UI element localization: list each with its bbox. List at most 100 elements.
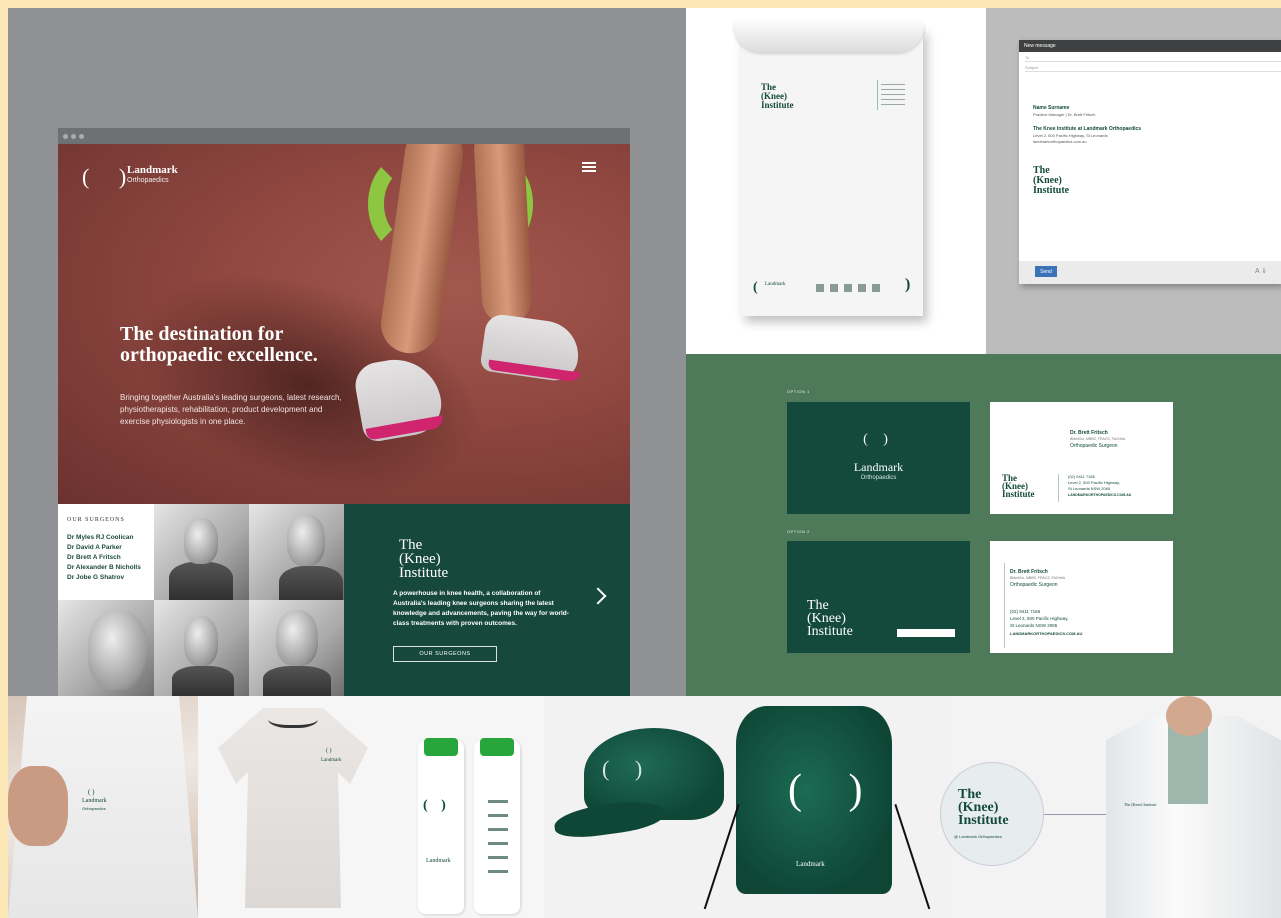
browser-toolbar — [58, 128, 630, 144]
subject-field[interactable]: Subject — [1025, 65, 1281, 72]
surgeons-heading: OUR SURGEONS — [67, 517, 125, 523]
card-name: Dr. Brett Fritsch — [1010, 569, 1048, 575]
badge-logo: The (Knee) Institute — [958, 788, 1009, 828]
cap-and-bag: ( ) ( ) Landmark — [544, 696, 946, 918]
card-front-knee: The (Knee) Institute — [787, 541, 970, 653]
chevron-right-icon[interactable] — [589, 587, 607, 605]
email-window: New message To Subject Name Surname Prac… — [1019, 40, 1281, 284]
surgeon-portrait[interactable] — [249, 600, 344, 696]
surgeons-list: OUR SURGEONS Dr Myles RJ Coolican Dr Dav… — [58, 504, 154, 600]
badge-sub: @ Landmark Orthopaedics — [954, 834, 1002, 839]
sig-name: Name Surname — [1033, 105, 1070, 111]
letterhead-pad: The (Knee) Institute ( Landmark ) — [741, 28, 923, 316]
runner-shadow — [105, 233, 511, 504]
partner-logos — [816, 284, 886, 292]
card-back-option1: Dr. Brett Fritsch BMedSci, MBBS, FRACS, … — [990, 402, 1173, 514]
bag-name: Landmark — [796, 860, 825, 868]
card-title: Orthopaedic Surgeon — [1070, 443, 1118, 449]
card-address: Level 2, 500 Pacific Highway, — [1010, 616, 1069, 621]
surgeon-portrait[interactable] — [249, 504, 344, 600]
website-mockup: ( ) Landmark Orthopaedics The destinatio… — [58, 128, 630, 696]
card-knee-logo: The (Knee) Institute — [1002, 474, 1035, 499]
polo-mark: ( ) — [88, 788, 95, 796]
bottle-cap — [424, 738, 458, 756]
surgeon-link[interactable]: Dr David A Parker — [67, 544, 122, 551]
surgeon-link[interactable]: Dr Alexander B Nicholls — [67, 564, 141, 571]
card-web: LANDMARKORTHOPAEDICS.COM.AU — [1010, 631, 1083, 636]
email-title: New message — [1019, 40, 1281, 52]
hero-title-line: The destination for — [120, 323, 284, 345]
logo-line: Institute — [958, 813, 1009, 828]
logo-line: The — [399, 537, 423, 553]
card-phone: (02) 9411 7166 — [1010, 609, 1041, 614]
logo-name[interactable]: Landmark — [127, 164, 178, 176]
connector-line — [1044, 814, 1114, 815]
lab-coat-and-badge: The (Knee) Institute @ Landmark Orthopae… — [940, 696, 1281, 918]
bracket-icon: ) — [905, 276, 911, 293]
polo-sub: Orthopaedics — [82, 806, 106, 811]
logo-line: (Knee) — [399, 551, 441, 567]
logo-line: Institute — [807, 624, 853, 639]
option-label: OPTION 2 — [787, 529, 810, 534]
card-back-option2: Dr. Brett Fritsch BMedSci, MBBS, FRACS, … — [990, 541, 1173, 653]
knee-institute-panel: The (Knee) Institute A powerhouse in kne… — [344, 504, 630, 696]
bracket-icon: ( — [753, 280, 758, 295]
runner-leg-right — [472, 144, 534, 326]
polo-name: Landmark — [82, 798, 107, 804]
logo-line: Institute — [1033, 185, 1070, 196]
to-field[interactable]: To — [1025, 55, 1281, 62]
knee-institute-logo[interactable]: The (Knee) Institute — [399, 537, 449, 581]
logo-mark: ( ) — [863, 432, 894, 447]
letterhead-logo: The (Knee) Institute — [761, 83, 794, 110]
send-button[interactable]: Send — [1035, 266, 1057, 277]
format-icon[interactable]: A ⇓ — [1255, 267, 1267, 275]
bottle-cap — [480, 738, 514, 756]
model-neck — [1166, 696, 1212, 736]
divider — [877, 80, 878, 110]
green-drawstring-bag: ( ) Landmark — [736, 706, 892, 894]
surgeon-list-lines — [881, 84, 905, 106]
card-address: Level 2, 500 Pacific Highway, — [1068, 480, 1120, 485]
card-web: LANDMARKORTHOPAEDICS.COM.AU — [1068, 493, 1132, 497]
card-front-landmark: ( ) Landmark Orthopaedics — [787, 402, 970, 514]
business-cards-board — [686, 354, 1281, 696]
window-dot[interactable] — [63, 134, 68, 139]
bottle-back — [474, 738, 520, 914]
flat-polo-and-bottles: ( ) Landmark ( ) Landmark — [198, 696, 544, 918]
polo-name: Landmark — [321, 758, 342, 763]
card-knee-logo: The (Knee) Institute — [807, 599, 853, 639]
hero-title-line: orthopaedic excellence. — [120, 344, 318, 366]
surgeon-portrait[interactable] — [154, 504, 249, 600]
logo-line: Institute — [399, 565, 449, 581]
cap-brim — [552, 796, 666, 842]
sig-web[interactable]: landmarkorthopaedics.com.au — [1033, 139, 1087, 144]
option-label: OPTION 1 — [787, 389, 810, 394]
model-hand — [8, 766, 68, 846]
sig-address: Level 2, 500 Pacific Highway, St Leonard… — [1033, 133, 1108, 138]
polo-mark: ( ) — [326, 748, 332, 754]
hero-body: Bringing together Australia's leading su… — [120, 393, 342, 426]
window-dot[interactable] — [71, 134, 76, 139]
logo-line: Institute — [1002, 489, 1035, 499]
surgeon-link[interactable]: Dr Jobe G Shatrov — [67, 574, 124, 581]
divider — [1058, 474, 1059, 502]
surgeon-link[interactable]: Dr Brett A Fritsch — [67, 554, 121, 561]
shirt — [1168, 724, 1208, 804]
window-dot[interactable] — [79, 134, 84, 139]
polo-collar — [268, 706, 318, 728]
bag-mark: ( ) — [788, 767, 881, 813]
menu-icon[interactable] — [582, 162, 596, 172]
surgeon-link[interactable]: Dr Myles RJ Coolican — [67, 534, 133, 541]
card-name: Dr. Brett Fritsch — [1070, 430, 1108, 436]
surgeon-portrait[interactable] — [58, 600, 154, 696]
hero-section: ( ) Landmark Orthopaedics The destinatio… — [58, 144, 630, 504]
card-quals: BMedSci, MBBS, FRACS, FAOrthA — [1070, 437, 1126, 441]
our-surgeons-button[interactable]: OUR SURGEONS — [393, 646, 497, 662]
logo-sub: Orthopaedics — [127, 177, 169, 184]
card-address: St Leonards NSW 2065 — [1010, 623, 1058, 628]
hero-title: The destination for orthopaedic excellen… — [120, 324, 420, 366]
card-quals: BMedSci, MBBS, FRACS, FAOrthA — [1010, 576, 1066, 580]
bottle-front: ( ) Landmark — [418, 738, 464, 914]
surgeon-portrait[interactable] — [154, 600, 249, 696]
polo-model-photo: ( ) Landmark Orthopaedics — [8, 696, 198, 918]
